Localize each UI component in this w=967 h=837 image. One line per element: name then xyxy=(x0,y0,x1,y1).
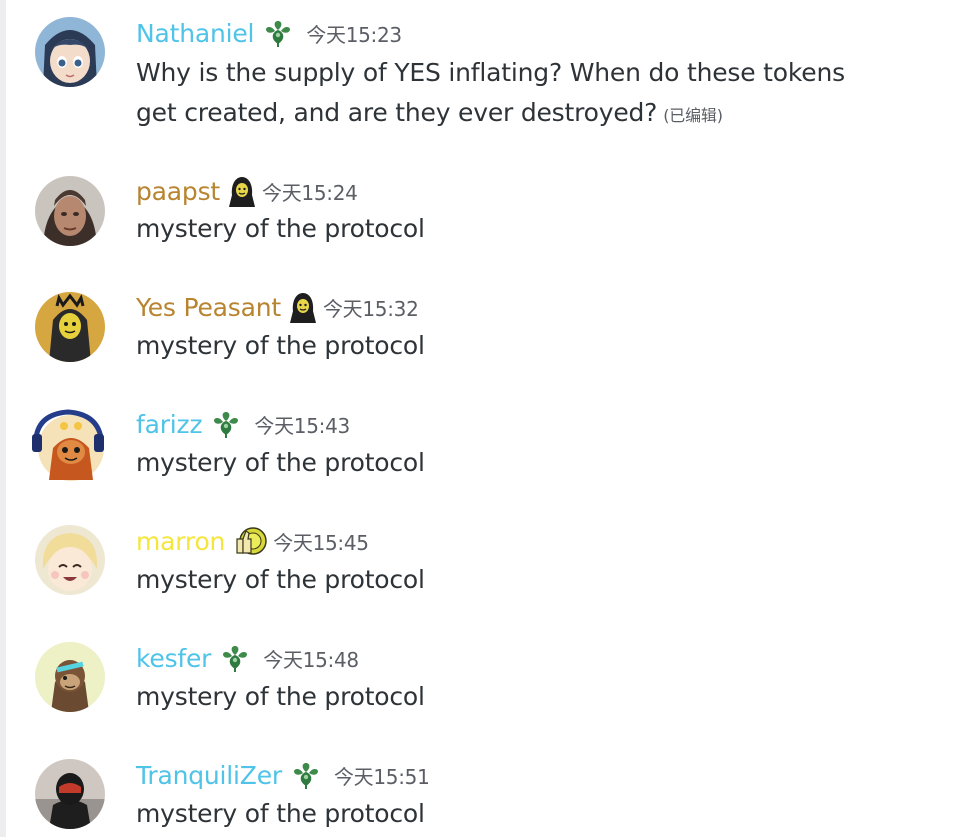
author-name[interactable]: kesfer xyxy=(136,644,211,673)
avatar[interactable] xyxy=(35,759,105,829)
message-body: mystery of the protocol xyxy=(136,214,425,243)
message-body: mystery of the protocol xyxy=(136,682,425,711)
avatar[interactable] xyxy=(35,642,105,712)
avatar[interactable] xyxy=(35,292,105,362)
thumbs-up-coin-icon xyxy=(233,525,269,557)
message-body: mystery of the protocol xyxy=(136,565,425,594)
message-body: mystery of the protocol xyxy=(136,799,425,828)
timestamp[interactable]: 今天15:32 xyxy=(323,293,419,322)
message-body: mystery of the protocol xyxy=(136,331,425,360)
timestamp[interactable]: 今天15:48 xyxy=(263,644,359,673)
message-line: Why is the supply of YES inflating? When… xyxy=(136,58,845,87)
message-body: Why is the supply of YES inflating? When… xyxy=(136,53,845,136)
avatar[interactable] xyxy=(35,17,105,87)
timestamp[interactable]: 今天15:45 xyxy=(273,527,369,556)
hooded-figure-icon xyxy=(226,175,258,207)
green-flower-icon xyxy=(290,759,322,791)
channel-left-edge xyxy=(0,0,6,837)
message-body: mystery of the protocol xyxy=(136,448,425,477)
timestamp[interactable]: 今天15:24 xyxy=(262,177,358,206)
author-name[interactable]: TranquiliZer xyxy=(136,761,282,790)
green-flower-icon xyxy=(262,17,294,49)
author-name[interactable]: paapst xyxy=(136,177,220,206)
green-flower-icon xyxy=(219,642,251,674)
timestamp[interactable]: 今天15:51 xyxy=(334,761,430,790)
timestamp[interactable]: 今天15:43 xyxy=(254,410,350,439)
author-name[interactable]: Yes Peasant xyxy=(136,293,281,322)
author-name[interactable]: Nathaniel xyxy=(136,19,255,48)
message-line-2: get created, and are they ever destroyed… xyxy=(136,93,845,136)
hooded-figure-icon xyxy=(287,291,319,323)
message-line-text: get created, and are they ever destroyed… xyxy=(136,98,658,127)
green-flower-icon xyxy=(210,408,242,440)
author-name[interactable]: farizz xyxy=(136,410,203,439)
author-name[interactable]: marron xyxy=(136,527,225,556)
avatar[interactable] xyxy=(35,176,105,246)
timestamp[interactable]: 今天15:23 xyxy=(306,19,402,48)
avatar[interactable] xyxy=(31,408,105,482)
avatar[interactable] xyxy=(35,525,105,595)
edited-label: (已编辑) xyxy=(663,106,723,125)
